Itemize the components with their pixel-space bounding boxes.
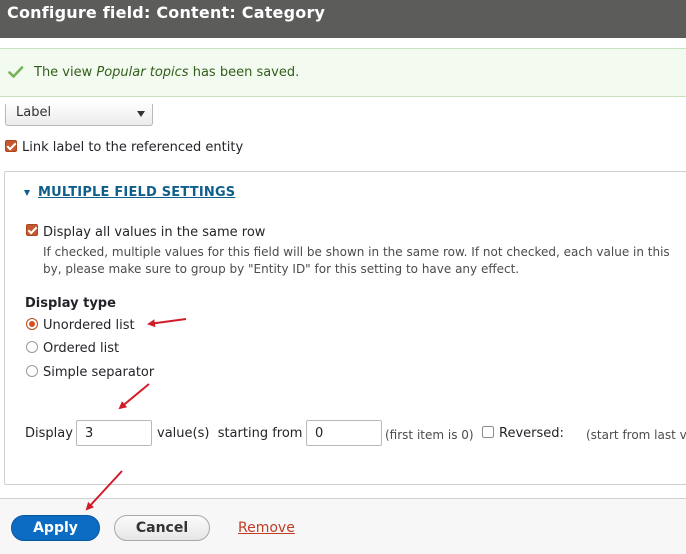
reversed-hint: (start from last v xyxy=(586,428,686,442)
radio-unordered-list[interactable] xyxy=(26,318,38,330)
reversed-checkbox[interactable] xyxy=(482,426,494,438)
radio-simple-separator[interactable] xyxy=(26,365,38,377)
triangle-down-icon xyxy=(24,190,30,196)
view-name: Popular topics xyxy=(96,65,189,80)
formatter-select[interactable]: Label xyxy=(5,104,153,126)
link-label-text: Link label to the referenced entity xyxy=(22,140,244,155)
formatter-select-value: Label xyxy=(16,105,52,120)
same-row-description-line-1: If checked, multiple values for this fie… xyxy=(43,245,670,259)
remove-link[interactable]: Remove xyxy=(238,520,295,536)
radio-label-ordered-list: Ordered list xyxy=(43,341,120,356)
radio-label-simple-separator: Simple separator xyxy=(43,365,155,380)
same-row-label: Display all values in the same row xyxy=(43,225,266,240)
radio-ordered-list[interactable] xyxy=(26,341,38,353)
chevron-down-icon xyxy=(137,111,145,117)
cancel-button[interactable]: Cancel xyxy=(114,515,210,541)
dialog-titlebar: Configure field: Content: Category xyxy=(0,0,686,38)
multiple-field-settings: MULTIPLE FIELD SETTINGS Display all valu… xyxy=(4,171,686,485)
multiple-field-settings-summary: MULTIPLE FIELD SETTINGS xyxy=(38,185,236,200)
same-row-checkbox[interactable] xyxy=(26,224,38,236)
same-row-description-line-2: by, please make sure to group by "Entity… xyxy=(43,262,520,276)
display-type-legend: Display type xyxy=(25,296,116,311)
status-message: The view Popular topics has been saved. xyxy=(0,48,686,97)
link-label-checkbox[interactable] xyxy=(5,140,17,152)
dialog-title: Configure field: Content: Category xyxy=(7,3,326,22)
dialog-actions: Apply Cancel Remove xyxy=(0,498,686,554)
field-config-form: Label Link label to the referenced entit… xyxy=(0,104,686,554)
delta-offset-input[interactable] xyxy=(306,420,382,446)
radio-label-unordered-list: Unordered list xyxy=(43,318,135,333)
apply-button[interactable]: Apply xyxy=(11,515,100,541)
values-starting-from-label: value(s) starting from xyxy=(157,426,303,441)
status-message-text: The view Popular topics has been saved. xyxy=(34,65,300,80)
display-label: Display xyxy=(25,426,73,441)
delta-limit-input[interactable] xyxy=(76,420,152,446)
offset-hint: (first item is 0) xyxy=(385,428,474,442)
reversed-label: Reversed: xyxy=(499,426,564,441)
check-icon xyxy=(8,66,24,78)
